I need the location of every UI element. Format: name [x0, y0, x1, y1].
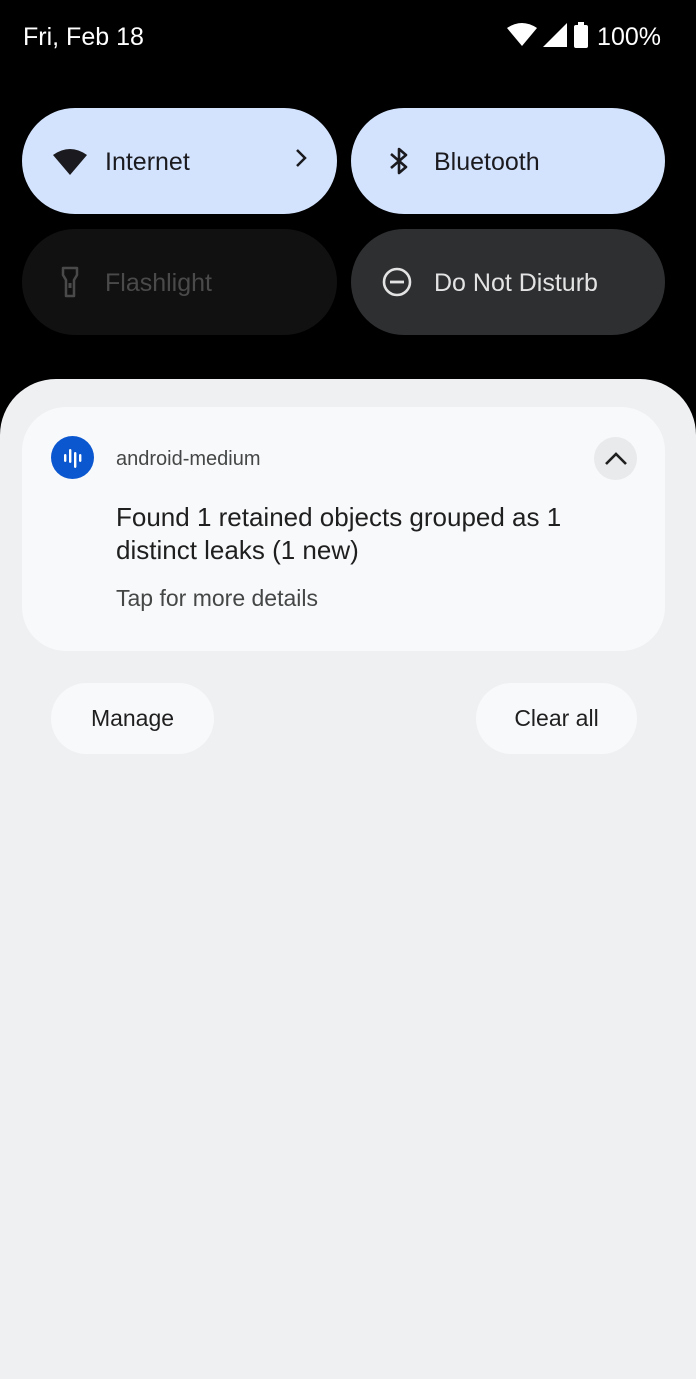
bluetooth-icon: [381, 143, 417, 179]
notification-card[interactable]: android-medium Found 1 retained objects …: [22, 407, 665, 651]
wifi-icon: [52, 143, 88, 179]
cellular-signal-icon: [543, 23, 568, 52]
wifi-icon: [507, 23, 538, 52]
chevron-right-icon: [293, 146, 309, 177]
status-date: Fri, Feb 18: [23, 23, 144, 51]
manage-button[interactable]: Manage: [51, 683, 214, 754]
do-not-disturb-icon: [381, 264, 417, 300]
notification-app-name: android-medium: [116, 448, 261, 470]
status-icons: 100%: [507, 22, 661, 53]
tile-do-not-disturb-label: Do Not Disturb: [434, 269, 598, 297]
app-icon: [51, 436, 94, 479]
status-bar: Fri, Feb 18 100%: [0, 0, 696, 76]
clear-all-button[interactable]: Clear all: [476, 683, 637, 754]
tile-internet[interactable]: Internet: [22, 108, 337, 214]
battery-percentage: 100%: [597, 23, 661, 51]
battery-icon: [573, 22, 589, 53]
collapse-button[interactable]: [594, 437, 637, 480]
tile-bluetooth-label: Bluetooth: [434, 148, 540, 176]
tile-internet-label: Internet: [105, 148, 190, 176]
tile-bluetooth[interactable]: Bluetooth: [351, 108, 665, 214]
tile-flashlight[interactable]: Flashlight: [22, 229, 337, 335]
notification-title: Found 1 retained objects grouped as 1 di…: [116, 502, 562, 565]
tile-do-not-disturb[interactable]: Do Not Disturb: [351, 229, 665, 335]
chevron-up-icon: [604, 451, 627, 465]
flashlight-icon: [52, 264, 88, 300]
audio-waveform-icon: [63, 448, 81, 468]
tile-flashlight-label: Flashlight: [105, 269, 212, 297]
notification-text: Tap for more details: [116, 585, 318, 611]
